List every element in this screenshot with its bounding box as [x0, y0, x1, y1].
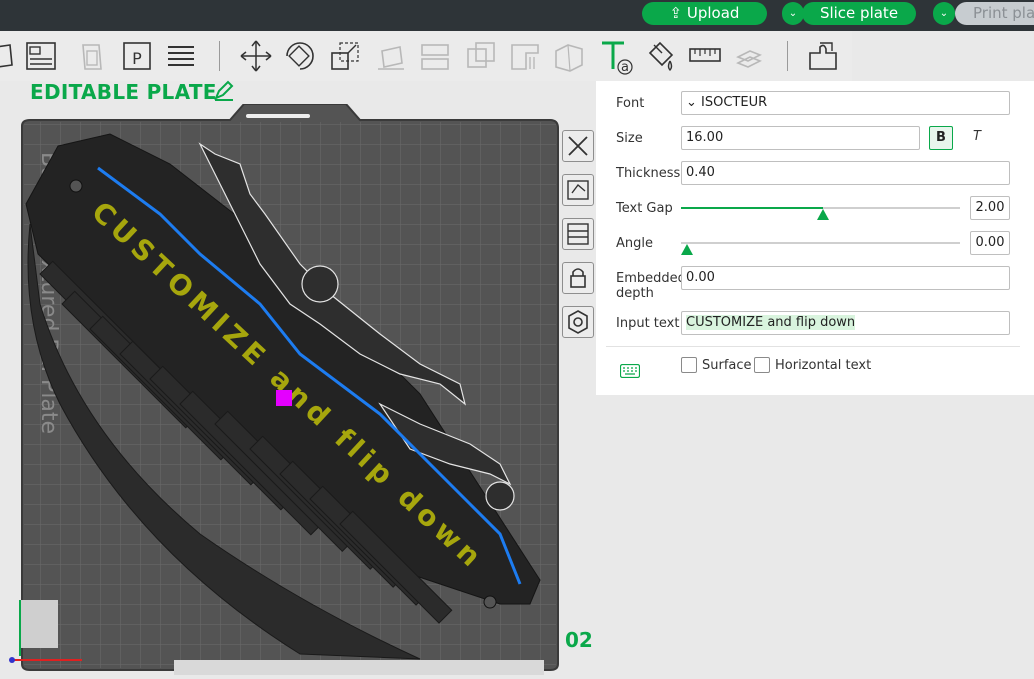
text-gap-slider-thumb[interactable]	[817, 209, 830, 220]
input-text-field[interactable]: CUSTOMIZE and flip down	[681, 311, 1010, 335]
text-gap-label: Text Gap	[616, 201, 673, 216]
plate-number: 02	[565, 628, 593, 652]
text-tool-icon[interactable]: a	[598, 37, 636, 75]
thickness-field[interactable]: 0.40	[681, 161, 1010, 185]
rotate-icon[interactable]	[281, 37, 319, 75]
main-toolbar: P a	[0, 31, 852, 81]
lock-icon[interactable]	[562, 262, 594, 294]
chevron-down-icon: ⌄	[686, 95, 702, 110]
seam-painting-icon[interactable]	[550, 37, 588, 75]
keyboard-icon[interactable]	[619, 363, 641, 379]
input-text-label: Input text	[616, 316, 680, 331]
edit-pencil-icon[interactable]	[213, 80, 235, 102]
angle-slider-track[interactable]	[681, 242, 960, 244]
thickness-label: Thickness	[616, 166, 681, 181]
scale-icon[interactable]	[326, 37, 364, 75]
arrange-icon[interactable]	[22, 37, 60, 75]
axis-gizmo-box	[20, 600, 58, 648]
plate-settings-gear-icon[interactable]	[562, 306, 594, 338]
text-gap-slider-fill	[681, 207, 824, 209]
svg-text:a: a	[621, 60, 629, 75]
text-tool-panel: Font ⌄ ISOCTEUR Size 16.00 B T Thickness…	[596, 81, 1034, 395]
measure-icon[interactable]	[686, 37, 724, 75]
layers-icon[interactable]	[162, 37, 200, 75]
color-painting-icon[interactable]	[642, 37, 680, 75]
plate-settings-icon[interactable]: P	[118, 37, 156, 75]
angle-label: Angle	[616, 236, 653, 251]
orient-icon[interactable]	[75, 37, 113, 75]
slice-dropdown-chevron-icon[interactable]: ⌄	[782, 2, 804, 25]
size-label: Size	[616, 131, 643, 146]
toolbar-divider	[219, 41, 220, 71]
panel-divider	[606, 346, 1020, 347]
surface-checkbox[interactable]	[681, 357, 697, 373]
angle-field[interactable]: 0.00	[970, 231, 1010, 255]
embedded-depth-label: Embedded depth	[616, 271, 686, 301]
plate-title: EDITABLE PLATE	[30, 80, 217, 104]
puzzle-icon[interactable]	[804, 37, 842, 75]
italic-button[interactable]: T	[968, 129, 986, 147]
support-painting-icon[interactable]	[506, 37, 544, 75]
surface-label: Surface	[702, 358, 752, 373]
lay-on-face-icon[interactable]	[372, 37, 410, 75]
add-icon[interactable]	[0, 37, 24, 75]
font-label: Font	[616, 96, 645, 111]
print-plate-button[interactable]: Print pla	[955, 2, 1034, 25]
upload-icon: ⇪	[669, 4, 687, 22]
print-dropdown-chevron-icon[interactable]: ⌄	[933, 2, 955, 25]
cut-icon[interactable]	[416, 37, 454, 75]
move-icon[interactable]	[237, 37, 275, 75]
bold-button[interactable]: B	[929, 126, 953, 150]
z-axis-origin	[9, 657, 15, 663]
auto-orient-icon[interactable]	[562, 174, 594, 206]
toolbar-divider	[787, 41, 788, 71]
text-gap-field[interactable]: 2.00	[970, 196, 1010, 220]
selection-handle[interactable]	[276, 390, 292, 406]
angle-slider-thumb[interactable]	[681, 244, 693, 255]
bed-status-strip	[174, 660, 544, 675]
assembly-icon[interactable]	[730, 37, 768, 75]
3d-viewport[interactable]: Bambu Textured PEI Plate CUSTOMIZE and f…	[0, 103, 598, 675]
top-bar: ⇪ Upload ⌄ Slice plate ⌄ Print pla	[0, 0, 1034, 31]
svg-text:P: P	[132, 49, 142, 68]
font-select[interactable]: ⌄ ISOCTEUR	[681, 91, 1010, 115]
embedded-depth-field[interactable]: 0.00	[681, 266, 1010, 290]
boolean-icon[interactable]	[462, 37, 500, 75]
slice-plate-button[interactable]: Slice plate	[802, 2, 916, 25]
upload-button[interactable]: ⇪ Upload	[642, 2, 767, 25]
arrange-plate-icon[interactable]	[562, 218, 594, 250]
close-icon[interactable]	[562, 130, 594, 162]
bed-handle	[246, 114, 310, 118]
horizontal-text-checkbox[interactable]	[754, 357, 770, 373]
size-field[interactable]: 16.00	[681, 126, 920, 150]
horizontal-text-label: Horizontal text	[775, 358, 872, 373]
